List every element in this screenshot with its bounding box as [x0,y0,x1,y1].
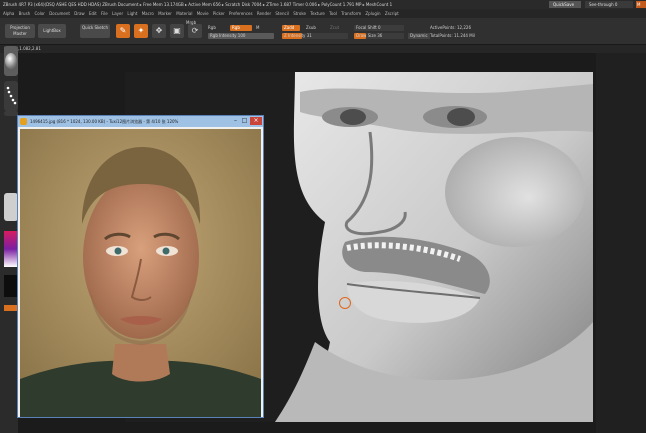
quick-sketch-label: Quick Sketch [81,25,109,30]
scale-button[interactable]: ▣ [170,24,184,38]
active-points-readout: ActivePoints: 12,226 [430,25,472,30]
quick-sketch-button[interactable]: Quick Sketch [80,24,110,38]
lightbox-button[interactable]: LightBox [38,24,66,38]
coordinate-readout: 0.8052,1.082,2.81 [0,45,646,53]
move-button[interactable]: ✥ [152,24,166,38]
dots-stroke-icon [6,86,17,105]
menu-color[interactable]: Color [34,9,44,18]
menus-toggle-button[interactable]: M [636,1,646,8]
z-intensity-label: Z Intensity 31 [284,33,312,38]
menu-tool[interactable]: Tool [329,9,337,18]
window-title-bar: ZBrush 4R7 P3 (x64)(DSQ ASHE QES HDD HDA… [0,0,646,9]
dynamic-toggle[interactable]: Dynamic [408,33,430,39]
left-shelf [0,46,18,433]
scale-icon: ▣ [173,26,181,35]
rotate-button[interactable]: ⟳ [188,24,202,38]
menu-file[interactable]: File [101,9,108,18]
menu-bar: Alpha Brush Color Document Draw Edit Fil… [0,9,646,18]
draw-size-slider[interactable]: Draw Size 36 [354,33,404,39]
menu-edit[interactable]: Edit [89,9,97,18]
rgb-intensity-label: Rgb Intensity 100 [210,33,246,38]
menu-stroke[interactable]: Stroke [293,9,306,18]
mrgb-toggle[interactable]: Mrgb [186,20,196,26]
switch-color-button[interactable] [4,305,18,311]
rgb-intensity-slider[interactable]: Rgb Intensity 100 [208,33,274,39]
menu-light[interactable]: Light [127,9,137,18]
rotate-icon: ⟳ [191,26,199,35]
portrait-photo-image [20,129,261,417]
menu-texture[interactable]: Texture [310,9,325,18]
window-title: ZBrush 4R7 P3 (x64)(DSQ ASHE QES HDD HDA… [3,2,393,7]
m-toggle[interactable]: M [256,25,259,31]
menu-alpha[interactable]: Alpha [3,9,14,18]
draw-size-label: Draw Size 36 [356,33,383,38]
menu-picker[interactable]: Picker [213,9,225,18]
zadd-toggle[interactable]: Zadd [282,25,300,31]
photo-viewer-title-bar[interactable]: 1496415.jpg (816 * 1024, 130.00 KB) - Tu… [18,116,263,127]
reference-photo [20,129,261,417]
secondary-color-swatch[interactable] [4,275,18,297]
photo-viewer-window[interactable]: 1496415.jpg (816 * 1024, 130.00 KB) - Tu… [17,115,264,418]
close-icon[interactable]: × [250,117,262,125]
draw-brush-icon: ✦ [137,26,145,35]
menu-brush[interactable]: Brush [19,9,31,18]
z-intensity-slider[interactable]: Z Intensity 31 [282,33,348,39]
photo-viewer-title: 1496415.jpg (816 * 1024, 130.00 KB) - Tu… [30,119,179,124]
menu-zplugin[interactable]: Zplugin [365,9,380,18]
menu-preferences[interactable]: Preferences [229,9,253,18]
menu-stencil[interactable]: Stencil [275,9,289,18]
brush-preview-button[interactable] [4,46,18,76]
total-points-readout: TotalPoints: 11.244 Mil [430,33,475,38]
draw-button[interactable]: ✦ [134,24,148,38]
rgb-toggle[interactable]: Rgb [230,25,252,31]
menu-marker[interactable]: Marker [158,9,172,18]
menu-layer[interactable]: Layer [112,9,123,18]
menu-movie[interactable]: Movie [197,9,209,18]
menu-material[interactable]: Material [176,9,192,18]
zcut-toggle[interactable]: Zcut [330,25,339,31]
see-through-slider[interactable]: See-through 0 [585,1,633,8]
move-icon: ✥ [155,26,163,35]
image-viewer-app-icon [20,118,27,125]
focal-shift-label: Focal Shift 0 [356,25,381,30]
zsub-toggle[interactable]: Zsub [306,25,316,31]
menu-macro[interactable]: Macro [142,9,154,18]
color-picker[interactable] [4,231,18,267]
quicksave-button[interactable]: QuickSave [549,1,581,8]
maximize-icon[interactable]: □ [240,117,249,125]
focal-shift-slider[interactable]: Focal Shift 0 [354,25,404,31]
menu-zscript[interactable]: Zscript [385,9,399,18]
right-shelf [596,53,646,433]
top-toolbar: Projection Master LightBox Quick Sketch … [0,18,646,45]
edit-pencil-icon: ✎ [119,26,127,35]
menu-render[interactable]: Render [257,9,271,18]
menu-document[interactable]: Document [49,9,70,18]
menu-draw[interactable]: Draw [74,9,84,18]
edit-button[interactable]: ✎ [116,24,130,38]
rgb-label: Rgb [208,25,216,30]
stroke-preview-button[interactable] [4,81,18,111]
menu-transform[interactable]: Transform [341,9,361,18]
material-preview-button[interactable] [4,193,18,221]
sphere-brush-icon [5,53,17,69]
projection-master-button[interactable]: Projection Master [5,24,35,38]
minimize-icon[interactable]: – [231,117,240,125]
alpha-slot[interactable] [4,111,18,116]
brush-cursor-icon [339,297,351,309]
